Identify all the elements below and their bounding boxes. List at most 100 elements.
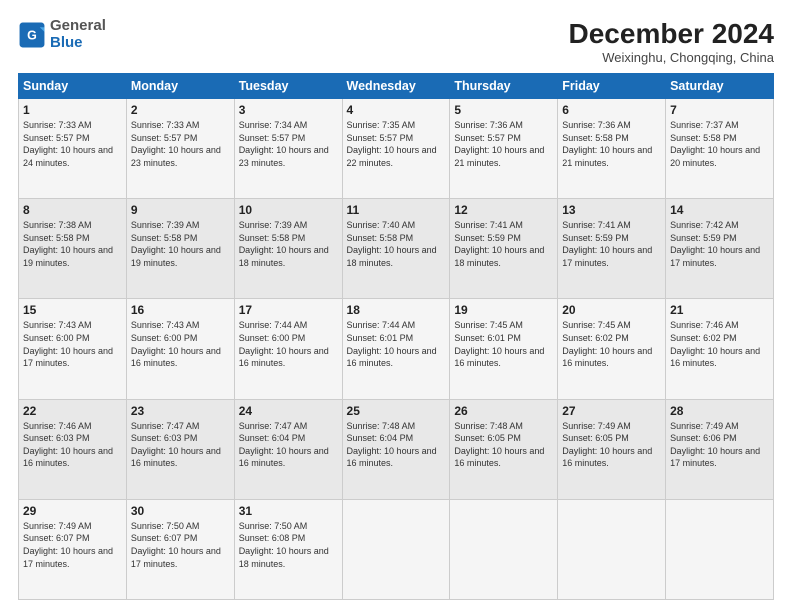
calendar-cell: 29 Sunrise: 7:49 AMSunset: 6:07 PMDaylig… [19, 499, 127, 599]
calendar-cell: 19 Sunrise: 7:45 AMSunset: 6:01 PMDaylig… [450, 299, 558, 399]
month-title: December 2024 [569, 18, 774, 50]
calendar-cell [342, 499, 450, 599]
cell-info: Sunrise: 7:46 AMSunset: 6:03 PMDaylight:… [23, 421, 113, 469]
cell-info: Sunrise: 7:33 AMSunset: 5:57 PMDaylight:… [131, 120, 221, 168]
day-number: 7 [670, 103, 769, 117]
day-number: 13 [562, 203, 661, 217]
cell-info: Sunrise: 7:36 AMSunset: 5:57 PMDaylight:… [454, 120, 544, 168]
calendar-cell: 27 Sunrise: 7:49 AMSunset: 6:05 PMDaylig… [558, 399, 666, 499]
calendar-page: G General Blue December 2024 Weixinghu, … [0, 0, 792, 612]
cell-info: Sunrise: 7:48 AMSunset: 6:04 PMDaylight:… [347, 421, 437, 469]
calendar-week-0: 1 Sunrise: 7:33 AMSunset: 5:57 PMDayligh… [19, 99, 774, 199]
day-number: 30 [131, 504, 230, 518]
day-number: 17 [239, 303, 338, 317]
day-number: 3 [239, 103, 338, 117]
day-number: 2 [131, 103, 230, 117]
day-number: 18 [347, 303, 446, 317]
cell-info: Sunrise: 7:43 AMSunset: 6:00 PMDaylight:… [23, 320, 113, 368]
cell-info: Sunrise: 7:48 AMSunset: 6:05 PMDaylight:… [454, 421, 544, 469]
calendar-cell [558, 499, 666, 599]
day-number: 19 [454, 303, 553, 317]
day-number: 31 [239, 504, 338, 518]
day-number: 10 [239, 203, 338, 217]
cell-info: Sunrise: 7:45 AMSunset: 6:02 PMDaylight:… [562, 320, 652, 368]
day-number: 11 [347, 203, 446, 217]
day-number: 22 [23, 404, 122, 418]
calendar-cell [450, 499, 558, 599]
calendar-cell: 23 Sunrise: 7:47 AMSunset: 6:03 PMDaylig… [126, 399, 234, 499]
cell-info: Sunrise: 7:50 AMSunset: 6:08 PMDaylight:… [239, 521, 329, 569]
calendar-week-3: 22 Sunrise: 7:46 AMSunset: 6:03 PMDaylig… [19, 399, 774, 499]
calendar-cell: 25 Sunrise: 7:48 AMSunset: 6:04 PMDaylig… [342, 399, 450, 499]
day-number: 1 [23, 103, 122, 117]
day-number: 24 [239, 404, 338, 418]
calendar-cell: 31 Sunrise: 7:50 AMSunset: 6:08 PMDaylig… [234, 499, 342, 599]
location: Weixinghu, Chongqing, China [569, 50, 774, 65]
day-number: 14 [670, 203, 769, 217]
calendar-cell: 5 Sunrise: 7:36 AMSunset: 5:57 PMDayligh… [450, 99, 558, 199]
day-number: 27 [562, 404, 661, 418]
day-number: 15 [23, 303, 122, 317]
cell-info: Sunrise: 7:44 AMSunset: 6:01 PMDaylight:… [347, 320, 437, 368]
day-number: 5 [454, 103, 553, 117]
calendar-cell: 17 Sunrise: 7:44 AMSunset: 6:00 PMDaylig… [234, 299, 342, 399]
day-number: 28 [670, 404, 769, 418]
header-wednesday: Wednesday [342, 74, 450, 99]
calendar-cell: 11 Sunrise: 7:40 AMSunset: 5:58 PMDaylig… [342, 199, 450, 299]
day-number: 6 [562, 103, 661, 117]
header-saturday: Saturday [666, 74, 774, 99]
cell-info: Sunrise: 7:47 AMSunset: 6:04 PMDaylight:… [239, 421, 329, 469]
logo: G General Blue [18, 18, 106, 51]
cell-info: Sunrise: 7:41 AMSunset: 5:59 PMDaylight:… [454, 220, 544, 268]
calendar-cell: 12 Sunrise: 7:41 AMSunset: 5:59 PMDaylig… [450, 199, 558, 299]
header: G General Blue December 2024 Weixinghu, … [18, 18, 774, 65]
calendar-cell: 6 Sunrise: 7:36 AMSunset: 5:58 PMDayligh… [558, 99, 666, 199]
title-block: December 2024 Weixinghu, Chongqing, Chin… [569, 18, 774, 65]
cell-info: Sunrise: 7:35 AMSunset: 5:57 PMDaylight:… [347, 120, 437, 168]
cell-info: Sunrise: 7:47 AMSunset: 6:03 PMDaylight:… [131, 421, 221, 469]
day-number: 4 [347, 103, 446, 117]
day-number: 21 [670, 303, 769, 317]
cell-info: Sunrise: 7:49 AMSunset: 6:06 PMDaylight:… [670, 421, 760, 469]
calendar-cell: 21 Sunrise: 7:46 AMSunset: 6:02 PMDaylig… [666, 299, 774, 399]
cell-info: Sunrise: 7:49 AMSunset: 6:05 PMDaylight:… [562, 421, 652, 469]
day-number: 9 [131, 203, 230, 217]
cell-info: Sunrise: 7:37 AMSunset: 5:58 PMDaylight:… [670, 120, 760, 168]
cell-info: Sunrise: 7:42 AMSunset: 5:59 PMDaylight:… [670, 220, 760, 268]
day-number: 23 [131, 404, 230, 418]
header-friday: Friday [558, 74, 666, 99]
day-number: 29 [23, 504, 122, 518]
calendar-cell: 13 Sunrise: 7:41 AMSunset: 5:59 PMDaylig… [558, 199, 666, 299]
day-number: 26 [454, 404, 553, 418]
header-thursday: Thursday [450, 74, 558, 99]
cell-info: Sunrise: 7:41 AMSunset: 5:59 PMDaylight:… [562, 220, 652, 268]
calendar-week-1: 8 Sunrise: 7:38 AMSunset: 5:58 PMDayligh… [19, 199, 774, 299]
svg-text:G: G [27, 28, 37, 42]
calendar-header-row: SundayMondayTuesdayWednesdayThursdayFrid… [19, 74, 774, 99]
calendar-cell: 24 Sunrise: 7:47 AMSunset: 6:04 PMDaylig… [234, 399, 342, 499]
cell-info: Sunrise: 7:45 AMSunset: 6:01 PMDaylight:… [454, 320, 544, 368]
calendar-cell: 10 Sunrise: 7:39 AMSunset: 5:58 PMDaylig… [234, 199, 342, 299]
cell-info: Sunrise: 7:39 AMSunset: 5:58 PMDaylight:… [131, 220, 221, 268]
header-sunday: Sunday [19, 74, 127, 99]
cell-info: Sunrise: 7:44 AMSunset: 6:00 PMDaylight:… [239, 320, 329, 368]
cell-info: Sunrise: 7:49 AMSunset: 6:07 PMDaylight:… [23, 521, 113, 569]
calendar-cell: 7 Sunrise: 7:37 AMSunset: 5:58 PMDayligh… [666, 99, 774, 199]
calendar-week-2: 15 Sunrise: 7:43 AMSunset: 6:00 PMDaylig… [19, 299, 774, 399]
calendar-cell: 18 Sunrise: 7:44 AMSunset: 6:01 PMDaylig… [342, 299, 450, 399]
cell-info: Sunrise: 7:39 AMSunset: 5:58 PMDaylight:… [239, 220, 329, 268]
day-number: 20 [562, 303, 661, 317]
calendar-week-4: 29 Sunrise: 7:49 AMSunset: 6:07 PMDaylig… [19, 499, 774, 599]
day-number: 8 [23, 203, 122, 217]
cell-info: Sunrise: 7:40 AMSunset: 5:58 PMDaylight:… [347, 220, 437, 268]
calendar-cell: 15 Sunrise: 7:43 AMSunset: 6:00 PMDaylig… [19, 299, 127, 399]
calendar-cell [666, 499, 774, 599]
calendar-cell: 9 Sunrise: 7:39 AMSunset: 5:58 PMDayligh… [126, 199, 234, 299]
day-number: 12 [454, 203, 553, 217]
day-number: 16 [131, 303, 230, 317]
cell-info: Sunrise: 7:43 AMSunset: 6:00 PMDaylight:… [131, 320, 221, 368]
calendar-cell: 4 Sunrise: 7:35 AMSunset: 5:57 PMDayligh… [342, 99, 450, 199]
calendar-cell: 3 Sunrise: 7:34 AMSunset: 5:57 PMDayligh… [234, 99, 342, 199]
calendar-cell: 20 Sunrise: 7:45 AMSunset: 6:02 PMDaylig… [558, 299, 666, 399]
header-monday: Monday [126, 74, 234, 99]
